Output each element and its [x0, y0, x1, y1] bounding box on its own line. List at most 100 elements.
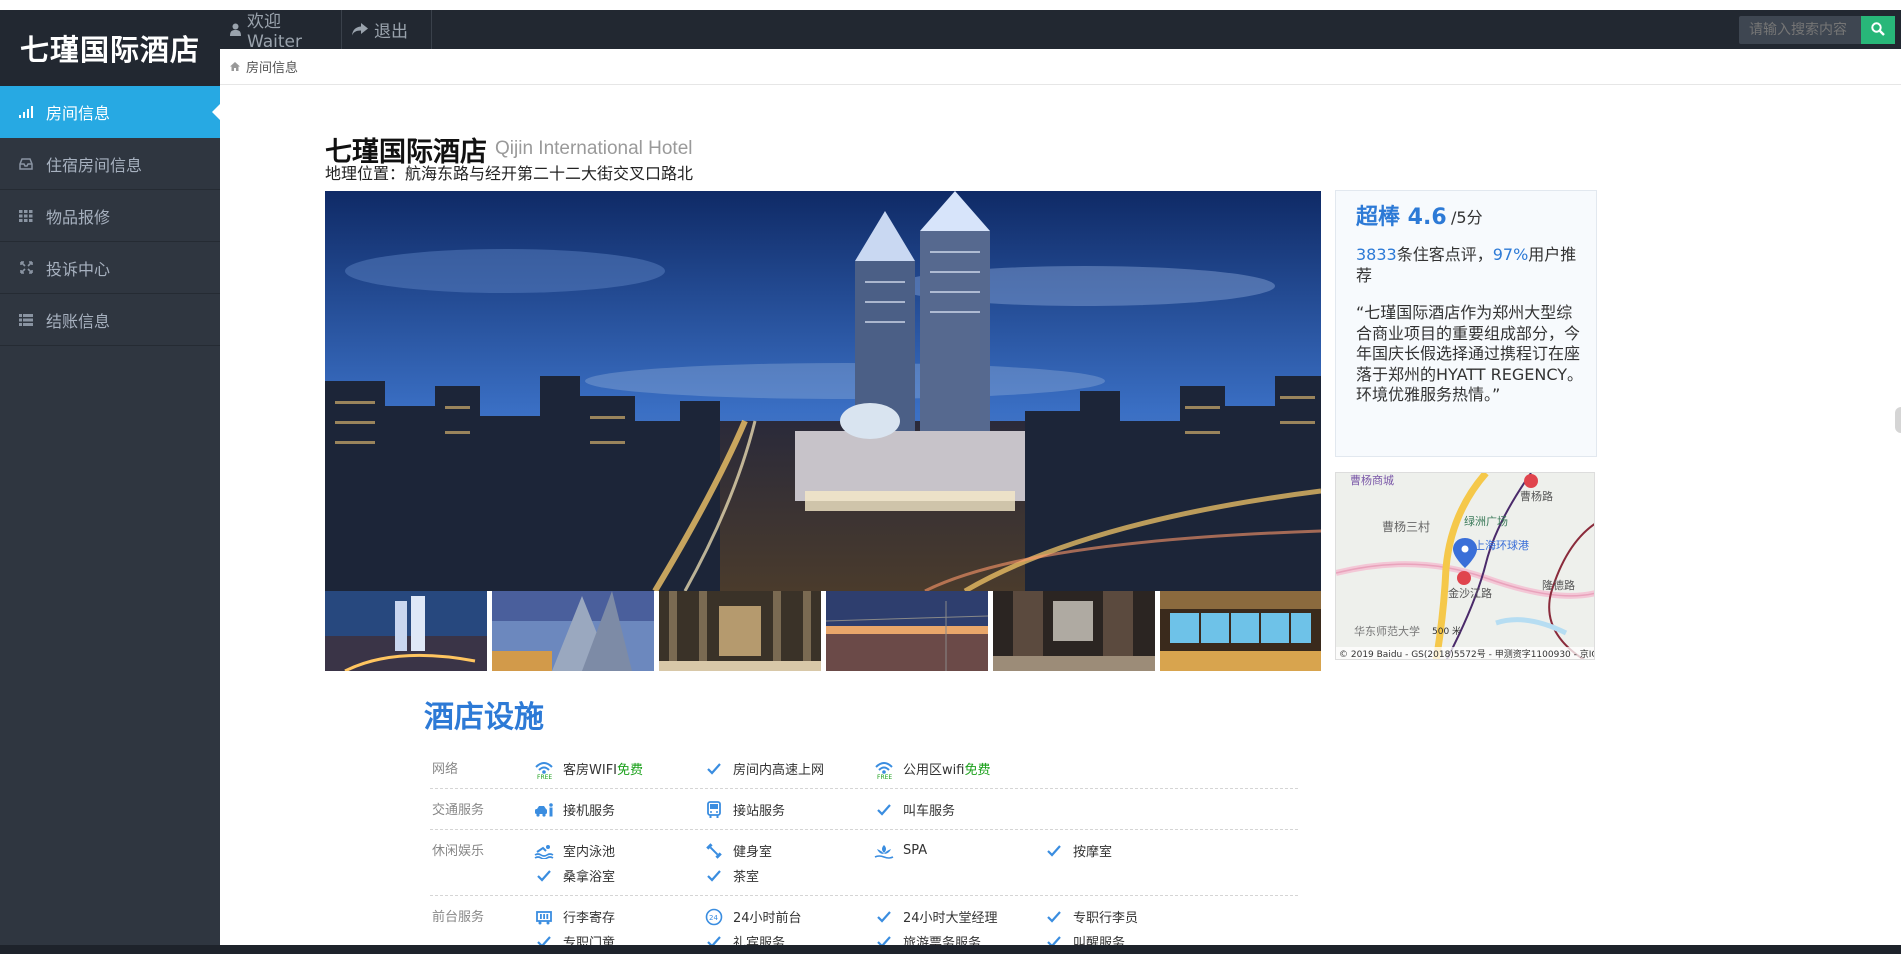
- map-label-3: 绿洲广场: [1464, 514, 1508, 528]
- swimming-icon: [533, 841, 555, 861]
- logout-link[interactable]: 退出: [342, 10, 432, 49]
- sidebar-item-complaints[interactable]: 投诉中心: [0, 242, 220, 294]
- wifi-free-icon: FREE: [873, 759, 895, 779]
- facility-item: FREE 客房WIFI 免费: [533, 756, 703, 781]
- thumbnail-3[interactable]: [659, 591, 821, 671]
- wifi-free-icon: FREE: [533, 759, 555, 779]
- facility-item: SPA: [873, 838, 1043, 863]
- facility-label: 茶室: [733, 870, 760, 885]
- facility-item: FREE 公用区wifi 免费: [873, 756, 1043, 781]
- facility-label: 接机服务: [563, 804, 616, 819]
- map-label-6: 隆德路: [1542, 578, 1575, 592]
- facility-category: 前台服务: [432, 910, 485, 925]
- map-copyright: © 2019 Baidu - GS(2018)5572号 - 甲测资字11009…: [1339, 648, 1595, 660]
- side-scroll-handle[interactable]: [1895, 407, 1901, 433]
- facility-label: 按摩室: [1073, 845, 1113, 860]
- facility-label: 叫车服务: [903, 804, 956, 819]
- sidebar-item-label: 物品报修: [46, 207, 111, 227]
- brand-logo[interactable]: 七瑾国际酒店: [0, 10, 220, 86]
- svg-text:FREE: FREE: [877, 774, 892, 779]
- inbox-icon: [18, 156, 34, 172]
- rating-stats: 3833条住客点评，97%用户推荐: [1356, 244, 1586, 286]
- photo-thumbnails: [325, 591, 1321, 671]
- sidebar-item-label: 投诉中心: [46, 259, 111, 279]
- spa-icon: [873, 841, 895, 861]
- map-label-0: 曹杨商城: [1350, 473, 1394, 487]
- facility-row-leisure: 休闲娱乐 室内泳池 健身室 SPA 按摩室 桑拿浴室 茶室: [430, 830, 1298, 896]
- sidebar: 七瑾国际酒店 房间信息 住宿房间信息 物品报修 投诉中心 结账信息: [0, 10, 220, 945]
- sidebar-item-checkout[interactable]: 结账信息: [0, 294, 220, 346]
- facilities-title: 酒店设施: [424, 700, 544, 735]
- breadcrumb: 房间信息: [220, 49, 1901, 85]
- check-icon: [873, 800, 895, 820]
- hotel-name-en: Qijin International Hotel: [495, 138, 693, 159]
- facility-item: 专职行李员: [1043, 904, 1213, 929]
- sidebar-item-label: 住宿房间信息: [46, 155, 143, 175]
- facility-label: 客房WIFI: [563, 763, 617, 778]
- main-hotel-photo[interactable]: [325, 191, 1321, 591]
- facility-label: 24小时前台: [733, 911, 802, 926]
- facility-item: 叫车服务: [873, 797, 1043, 822]
- facility-item: 茶室: [703, 863, 873, 888]
- sidebar-item-label: 房间信息: [46, 103, 111, 123]
- facility-row-transport: 交通服务 接机服务 接站服务 叫车服务: [430, 789, 1298, 830]
- facility-label: 公用区wifi: [903, 763, 965, 778]
- review-quote: “七瑾国际酒店作为郑州大型综合商业项目的重要组成部分，今年国庆长假选择通过携程订…: [1356, 303, 1583, 404]
- svg-text:24: 24: [709, 914, 718, 922]
- map-label-1: 曹杨路: [1520, 489, 1553, 503]
- search-button[interactable]: [1861, 16, 1895, 44]
- location-map[interactable]: 曹杨商城 曹杨路 曹杨三村 绿洲广场 上海环球港 金沙江路 隆德路 华东师范大学…: [1335, 472, 1595, 660]
- map-label-4: 上海环球港: [1474, 538, 1529, 552]
- user-icon: [230, 23, 241, 36]
- review-count: 3833: [1356, 245, 1397, 264]
- facility-label: SPA: [903, 843, 928, 858]
- thumbnail-1[interactable]: [325, 591, 487, 671]
- facility-item: 行李寄存: [533, 904, 703, 929]
- breadcrumb-item-room-info[interactable]: 房间信息: [246, 57, 298, 76]
- check-icon: [1043, 907, 1065, 927]
- facility-label: 健身室: [733, 845, 773, 860]
- sidebar-item-repair[interactable]: 物品报修: [0, 190, 220, 242]
- thumbnail-2[interactable]: [492, 591, 654, 671]
- facility-category: 休闲娱乐: [432, 844, 485, 859]
- page: 七瑾国际酒店 房间信息 住宿房间信息 物品报修 投诉中心 结账信息 欢迎Wait…: [0, 0, 1901, 954]
- facilities-table: 网络 FREE 客房WIFI 免费 房间内高速上网 FREE 公用区wifi 免费 …: [430, 748, 1298, 954]
- home-icon: [230, 62, 240, 71]
- facility-category: 网络: [432, 762, 459, 777]
- dumbbell-icon: [703, 841, 725, 861]
- facility-item: 桑拿浴室: [533, 863, 703, 888]
- recommend-pct: 97%: [1492, 245, 1529, 264]
- facility-label: 房间内高速上网: [733, 763, 825, 778]
- thumbnail-6[interactable]: [1160, 591, 1321, 671]
- welcome-user-link[interactable]: 欢迎Waiter: [220, 10, 342, 52]
- sidebar-item-room-info[interactable]: 房间信息: [0, 86, 220, 138]
- thumbnail-4[interactable]: [826, 591, 988, 671]
- facility-item: 房间内高速上网: [703, 756, 873, 781]
- bus-icon: [703, 800, 725, 820]
- facility-item: 按摩室: [1043, 838, 1213, 863]
- hotel-address: 地理位置：航海东路与经开第二十二大街交叉口路北: [325, 164, 694, 183]
- rating-score: 超棒 4.6: [1356, 205, 1447, 230]
- sidebar-item-stay-room-info[interactable]: 住宿房间信息: [0, 138, 220, 190]
- sidebar-item-label: 结账信息: [46, 311, 111, 331]
- facility-item: 接站服务: [703, 797, 873, 822]
- review-count-text: 条住客点评，: [1396, 245, 1493, 264]
- facility-label: 专职行李员: [1073, 911, 1139, 926]
- check-icon: [1043, 841, 1065, 861]
- grid-icon: [18, 208, 34, 224]
- facility-item: 接机服务: [533, 797, 703, 822]
- welcome-label: 欢迎Waiter: [247, 12, 302, 52]
- facility-item: 室内泳池: [533, 838, 703, 863]
- share-arrow-icon: [352, 23, 368, 36]
- map-label-5: 金沙江路: [1448, 586, 1492, 600]
- search-input[interactable]: [1739, 16, 1861, 44]
- thumbnail-5[interactable]: [993, 591, 1155, 671]
- check-icon: [703, 866, 725, 886]
- car-person-icon: [533, 800, 555, 820]
- top-bar: 欢迎Waiter 退出: [220, 10, 1901, 52]
- logout-label: 退出: [374, 22, 408, 42]
- svg-text:FREE: FREE: [537, 774, 552, 779]
- check-icon: [703, 759, 725, 779]
- facility-free-tag: 免费: [964, 763, 991, 778]
- facility-label: 桑拿浴室: [563, 870, 616, 885]
